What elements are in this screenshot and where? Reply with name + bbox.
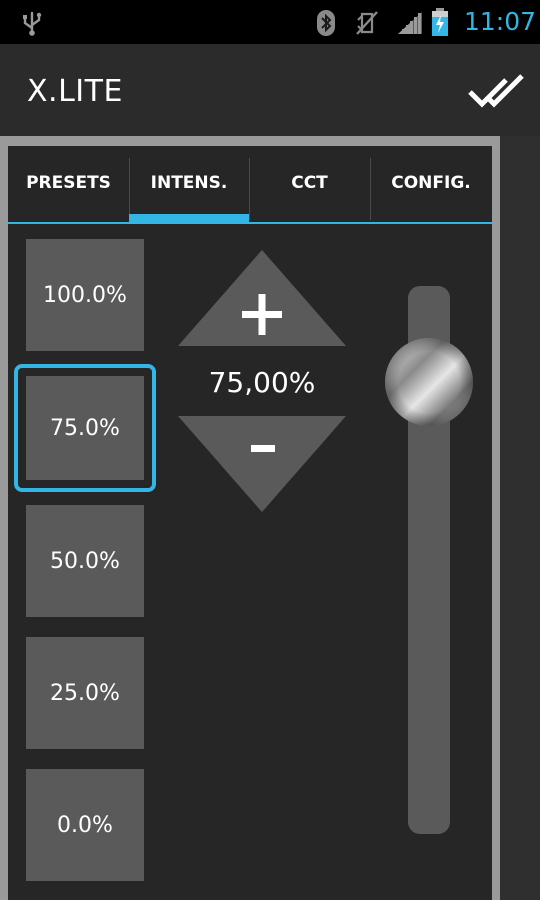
done-all-icon[interactable] <box>466 66 528 116</box>
preset-25-button[interactable]: 25.0% <box>26 637 144 749</box>
tab-bar-underline <box>8 222 492 224</box>
preset-0-button[interactable]: 0.0% <box>26 769 144 881</box>
tab-presets[interactable]: PRESETS <box>8 146 129 220</box>
battery-charging-icon <box>432 8 448 36</box>
intensity-slider-knob[interactable] <box>383 336 475 428</box>
tab-intensity[interactable]: INTENS. <box>129 146 249 220</box>
usb-icon <box>23 11 42 36</box>
status-bar: 11:07 <box>0 0 540 44</box>
intensity-value: 75,00% <box>208 366 316 399</box>
tab-active-indicator <box>129 214 249 222</box>
increase-button[interactable] <box>176 248 348 348</box>
app-screen: 11:07 X.LITE PRESETS INTENS. CCT CONFIG.… <box>0 0 540 900</box>
decrease-button[interactable] <box>176 414 348 514</box>
preset-75-button[interactable]: 75.0% <box>14 364 156 492</box>
mute-icon <box>356 11 378 35</box>
action-bar: X.LITE <box>0 44 540 136</box>
bluetooth-icon <box>317 10 335 36</box>
preset-100-button[interactable]: 100.0% <box>26 239 144 351</box>
tab-bar: PRESETS INTENS. CCT CONFIG. <box>8 146 492 224</box>
tab-config[interactable]: CONFIG. <box>370 146 492 220</box>
app-title: X.LITE <box>27 74 123 109</box>
clock: 11:07 <box>463 7 536 36</box>
preset-50-button[interactable]: 50.0% <box>26 505 144 617</box>
signal-icon <box>398 12 422 34</box>
tab-cct[interactable]: CCT <box>249 146 370 220</box>
preset-75-label: 75.0% <box>26 376 144 480</box>
side-panel-strip <box>500 136 540 900</box>
